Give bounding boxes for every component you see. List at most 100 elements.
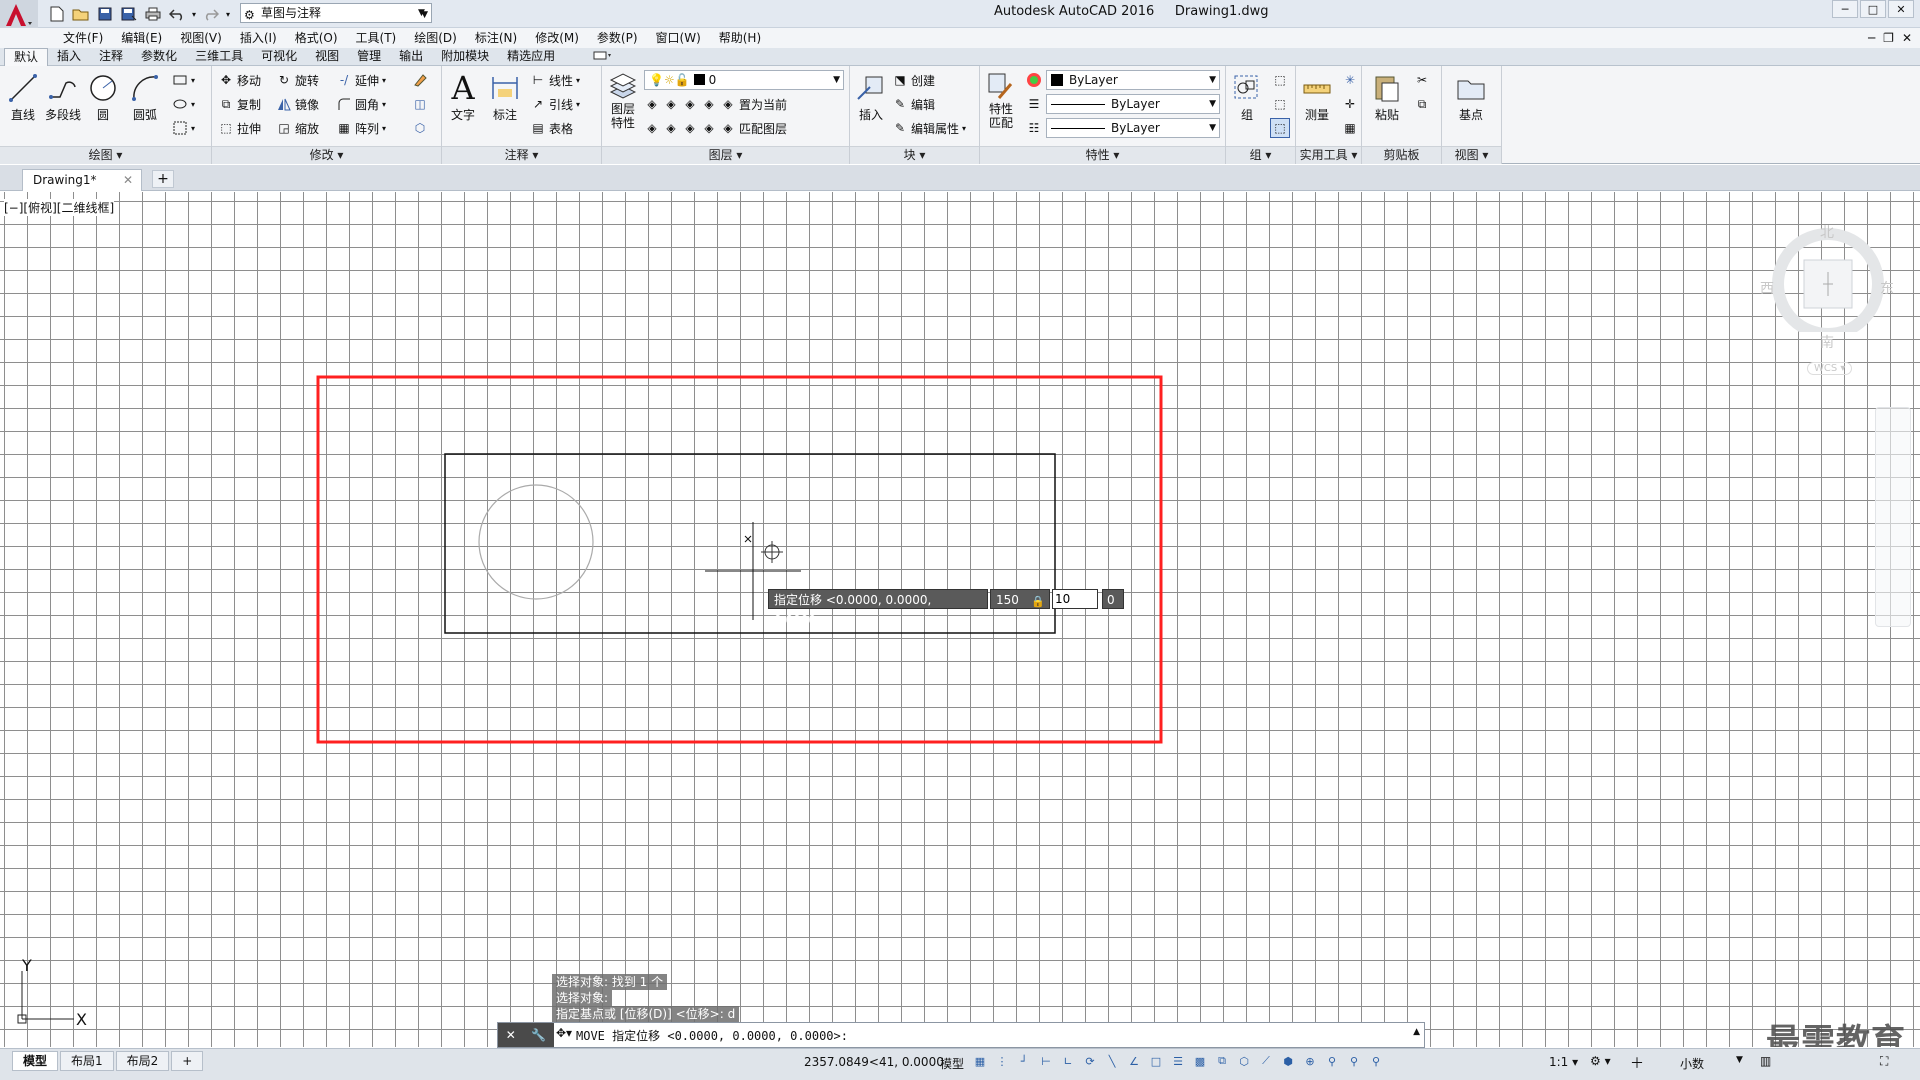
- make-current-icon[interactable]: ◈: [720, 96, 736, 112]
- tab-layout1[interactable]: 布局1: [60, 1051, 114, 1071]
- tab-insert[interactable]: 插入: [48, 48, 90, 66]
- close-button[interactable]: ✕: [1888, 0, 1914, 18]
- ungroup-icon[interactable]: ⬚: [1272, 72, 1288, 88]
- menu-parametric[interactable]: 参数(P): [588, 28, 647, 48]
- transparency-icon[interactable]: ▩: [1192, 1053, 1208, 1069]
- dynamic-input-icon[interactable]: ⊢: [1038, 1053, 1054, 1069]
- make-current-label[interactable]: 置为当前: [739, 96, 787, 113]
- ribbon-options-button[interactable]: [584, 48, 622, 66]
- menu-file[interactable]: 文件(F): [54, 28, 112, 48]
- dynamic-input-y[interactable]: 10: [1052, 589, 1098, 609]
- clean-screen-icon[interactable]: ⛶: [1880, 1054, 1888, 1069]
- object-snap-icon[interactable]: □: [1148, 1053, 1164, 1069]
- workspace-select[interactable]: ⚙ 草图与注释 ▼: [240, 3, 432, 23]
- panel-draw-title[interactable]: 绘图 ▾: [0, 146, 211, 164]
- dimension-button[interactable]: 标注: [484, 70, 526, 123]
- calculator-icon[interactable]: ▦: [1342, 120, 1358, 136]
- menu-tools[interactable]: 工具(T): [347, 28, 406, 48]
- viewcube[interactable]: 北 南 东 西 WCS ▾: [1755, 202, 1905, 382]
- dynamic-input-z[interactable]: 0: [1102, 589, 1124, 609]
- mirror-button[interactable]: 镜像: [276, 94, 319, 114]
- command-line[interactable]: ✕ 🔧 ✥▾ MOVE 指定位移 <0.0000, 0.0000, 0.0000…: [497, 1022, 1425, 1048]
- drawn-circle[interactable]: [478, 484, 594, 600]
- new-tab-button[interactable]: +: [152, 170, 174, 188]
- doc-minimize-button[interactable]: ─: [1868, 28, 1875, 48]
- line-button[interactable]: 直线: [2, 70, 44, 123]
- selection-filter-icon[interactable]: ⬢: [1280, 1053, 1296, 1069]
- layer-thaw-icon[interactable]: ◈: [682, 120, 698, 136]
- new-file-icon[interactable]: [46, 3, 68, 25]
- color-dropdown[interactable]: ByLayer ▼: [1046, 70, 1220, 90]
- base-button[interactable]: 基点: [1450, 70, 1492, 123]
- ortho-icon[interactable]: ∟: [1060, 1053, 1076, 1069]
- selection-cycling-icon[interactable]: ⧉: [1214, 1053, 1230, 1069]
- doc-restore-button[interactable]: ❐: [1883, 28, 1894, 48]
- arc-button[interactable]: 圆弧: [124, 70, 166, 123]
- tab-manage[interactable]: 管理: [348, 48, 390, 66]
- text-button[interactable]: A 文字: [442, 69, 484, 123]
- annotation-scale[interactable]: 1:1 ▾: [1549, 1055, 1578, 1069]
- qat-customize-button[interactable]: ▼: [418, 3, 432, 23]
- tab-featured-apps[interactable]: 精选应用: [498, 48, 564, 66]
- lineweight-display-icon[interactable]: ☰: [1170, 1053, 1186, 1069]
- create-block-button[interactable]: ⬔ 创建: [892, 70, 935, 90]
- layer-unlock-icon[interactable]: ◈: [701, 120, 717, 136]
- gear-icon[interactable]: ⚙ ▾: [1590, 1054, 1611, 1068]
- wrench-icon[interactable]: 🔧: [531, 1028, 546, 1042]
- array-button[interactable]: ▦ 阵列 ▾: [336, 118, 386, 138]
- viewcube-east[interactable]: 东: [1880, 278, 1894, 298]
- viewcube-north[interactable]: 北: [1820, 222, 1834, 242]
- dynamic-input-x[interactable]: 150 🔒: [990, 589, 1050, 609]
- erase-button[interactable]: [412, 70, 428, 90]
- edit-block-button[interactable]: ✎ 编辑: [892, 94, 935, 114]
- tab-3d-tools[interactable]: 三维工具: [186, 48, 252, 66]
- extend-button[interactable]: -/ 延伸 ▾: [336, 70, 386, 90]
- gizmo-icon[interactable]: ⊕: [1302, 1053, 1318, 1069]
- panel-properties-title[interactable]: 特性 ▾: [980, 146, 1225, 164]
- save-as-icon[interactable]: [118, 3, 140, 25]
- stretch-button[interactable]: ⬚ 拉伸: [218, 118, 261, 138]
- table-button[interactable]: ▤ 表格: [530, 118, 573, 138]
- fillet-button[interactable]: 圆角 ▾: [336, 94, 386, 114]
- cursor-coordinates[interactable]: 2357.0849<41, 0.0000: [804, 1055, 944, 1069]
- copy-clip-icon[interactable]: ⧉: [1414, 96, 1430, 112]
- linetype-dropdown[interactable]: ByLayer ▼: [1046, 94, 1220, 114]
- wcs-menu[interactable]: WCS ▾: [1807, 362, 1853, 375]
- tab-output[interactable]: 输出: [390, 48, 432, 66]
- annotation-scale-icon[interactable]: ⚲: [1368, 1053, 1384, 1069]
- quick-properties-icon[interactable]: ▥: [1760, 1054, 1771, 1068]
- tab-addins[interactable]: 附加模块: [432, 48, 498, 66]
- tab-model[interactable]: 模型: [12, 1051, 59, 1071]
- minimize-button[interactable]: ─: [1832, 0, 1858, 18]
- menu-view[interactable]: 视图(V): [171, 28, 231, 48]
- maximize-button[interactable]: □: [1860, 0, 1886, 18]
- panel-view-title[interactable]: 视图 ▾: [1442, 146, 1501, 164]
- paste-button[interactable]: 粘贴: [1366, 70, 1408, 123]
- print-icon[interactable]: [142, 3, 164, 25]
- lineweight-dropdown[interactable]: ByLayer ▼: [1046, 118, 1220, 138]
- tab-home[interactable]: 默认: [4, 48, 49, 66]
- menu-edit[interactable]: 编辑(E): [112, 28, 171, 48]
- match-layer-icon[interactable]: ◈: [720, 120, 736, 136]
- polar-icon[interactable]: ⟳: [1082, 1053, 1098, 1069]
- scale-button[interactable]: ◲ 缩放: [276, 118, 319, 138]
- layer-off-icon[interactable]: ◈: [644, 96, 660, 112]
- chevron-down-icon[interactable]: ▾: [224, 3, 232, 25]
- measure-button[interactable]: 测量: [1296, 70, 1338, 123]
- insert-block-button[interactable]: 插入: [850, 70, 892, 123]
- color-wheel-icon[interactable]: [1026, 72, 1042, 88]
- close-icon[interactable]: ✕: [123, 170, 133, 190]
- lineweight-icon[interactable]: ☷: [1026, 120, 1042, 136]
- panel-block-title[interactable]: 块 ▾: [850, 146, 979, 164]
- point-icon[interactable]: ✛: [1342, 96, 1358, 112]
- open-file-icon[interactable]: [70, 3, 92, 25]
- 3d-osnap-icon[interactable]: ⬡: [1236, 1053, 1252, 1069]
- circle-button[interactable]: 圆: [82, 70, 124, 123]
- linear-dim-button[interactable]: ⊢ 线性 ▾: [530, 70, 580, 90]
- panel-clipboard-title[interactable]: 剪贴板: [1362, 146, 1441, 164]
- close-icon[interactable]: ✕: [506, 1028, 516, 1042]
- ellipse-button[interactable]: ▾: [172, 94, 195, 114]
- grid-icon[interactable]: ▦: [972, 1053, 988, 1069]
- isodraft-icon[interactable]: ╲: [1104, 1053, 1120, 1069]
- move-button[interactable]: ✥ 移动: [218, 70, 261, 90]
